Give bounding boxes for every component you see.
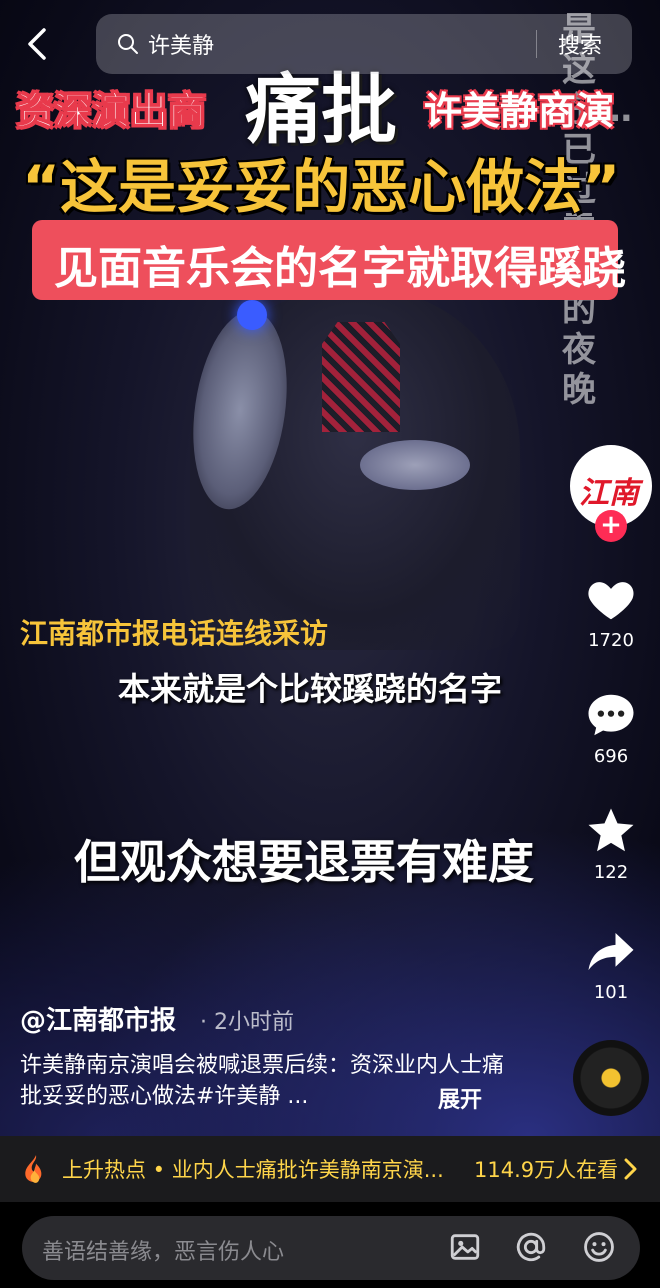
follow-button[interactable]: + — [595, 510, 627, 542]
search-bar[interactable]: 许美静 搜索 — [96, 14, 632, 74]
heart-icon — [588, 582, 634, 620]
emoji-icon[interactable] — [582, 1230, 616, 1264]
post-time: · 2小时前 — [200, 1010, 294, 1035]
search-icon — [118, 34, 138, 54]
favorite-button[interactable]: 122 — [575, 804, 647, 883]
subtitle-line-2: 但观众想要退票有难度 — [74, 835, 534, 889]
headline-banner-text: 见面音乐会的名字就取得蹊跷 — [54, 243, 626, 294]
search-button[interactable]: 搜索 — [558, 28, 602, 60]
share-count: 101 — [593, 982, 629, 1003]
comment-button[interactable]: 696 — [575, 688, 647, 767]
trending-bar[interactable]: 上升热点 • 业内人士痛批许美静南京演... 114.9万人在看 — [0, 1136, 660, 1202]
favorite-count: 122 — [593, 862, 629, 883]
chevron-right-icon — [624, 1158, 637, 1180]
trending-viewers: 114.9万人在看 — [474, 1158, 619, 1182]
search-divider — [536, 30, 537, 58]
headline-left: 资深演出商 — [15, 89, 207, 134]
back-arrow-icon[interactable] — [20, 26, 56, 62]
like-button[interactable]: 1720 — [575, 572, 647, 651]
comment-input[interactable]: 善语结善缘，恶言伤人心 — [22, 1216, 640, 1280]
comment-icon — [588, 694, 634, 736]
comment-bar: 善语结善缘，恶言伤人心 — [0, 1202, 660, 1288]
avatar-logo: 江南 — [579, 476, 639, 511]
expand-button[interactable]: 展开 — [438, 1082, 482, 1114]
trending-text: 上升热点 • 业内人士痛批许美静南京演... — [62, 1158, 444, 1182]
headline-banner: 见面音乐会的名字就取得蹊跷 — [32, 220, 626, 300]
share-button[interactable]: 101 — [575, 924, 647, 1003]
video-player[interactable]: 是这东…已过零时的夜晚 资深演出商 痛批 许美静商演 “这是妥妥的恶心做法” 见… — [0, 0, 660, 1136]
author-name[interactable]: @江南都市报 — [20, 1000, 176, 1037]
share-arrow-icon — [588, 933, 634, 971]
singer-hand — [360, 440, 470, 490]
dress-embroidery — [322, 322, 400, 432]
headline-quote: “这是妥妥的恶心做法” — [22, 153, 621, 221]
like-count: 1720 — [588, 630, 634, 651]
subtitle-line-1: 本来就是个比较蹊跷的名字 — [118, 670, 503, 708]
comment-placeholder: 善语结善缘，恶言伤人心 — [42, 1240, 285, 1265]
mention-icon[interactable] — [514, 1230, 548, 1264]
image-icon[interactable] — [448, 1230, 482, 1264]
music-disc-icon[interactable] — [573, 1040, 649, 1116]
flame-icon — [25, 1155, 42, 1183]
search-input[interactable]: 许美静 — [148, 28, 214, 60]
comment-count: 696 — [593, 746, 629, 767]
star-icon — [588, 808, 634, 852]
microphone — [237, 300, 267, 330]
subtitle-source: 江南都市报电话连线采访 — [20, 617, 329, 650]
headline-right: 许美静商演 — [424, 89, 615, 133]
